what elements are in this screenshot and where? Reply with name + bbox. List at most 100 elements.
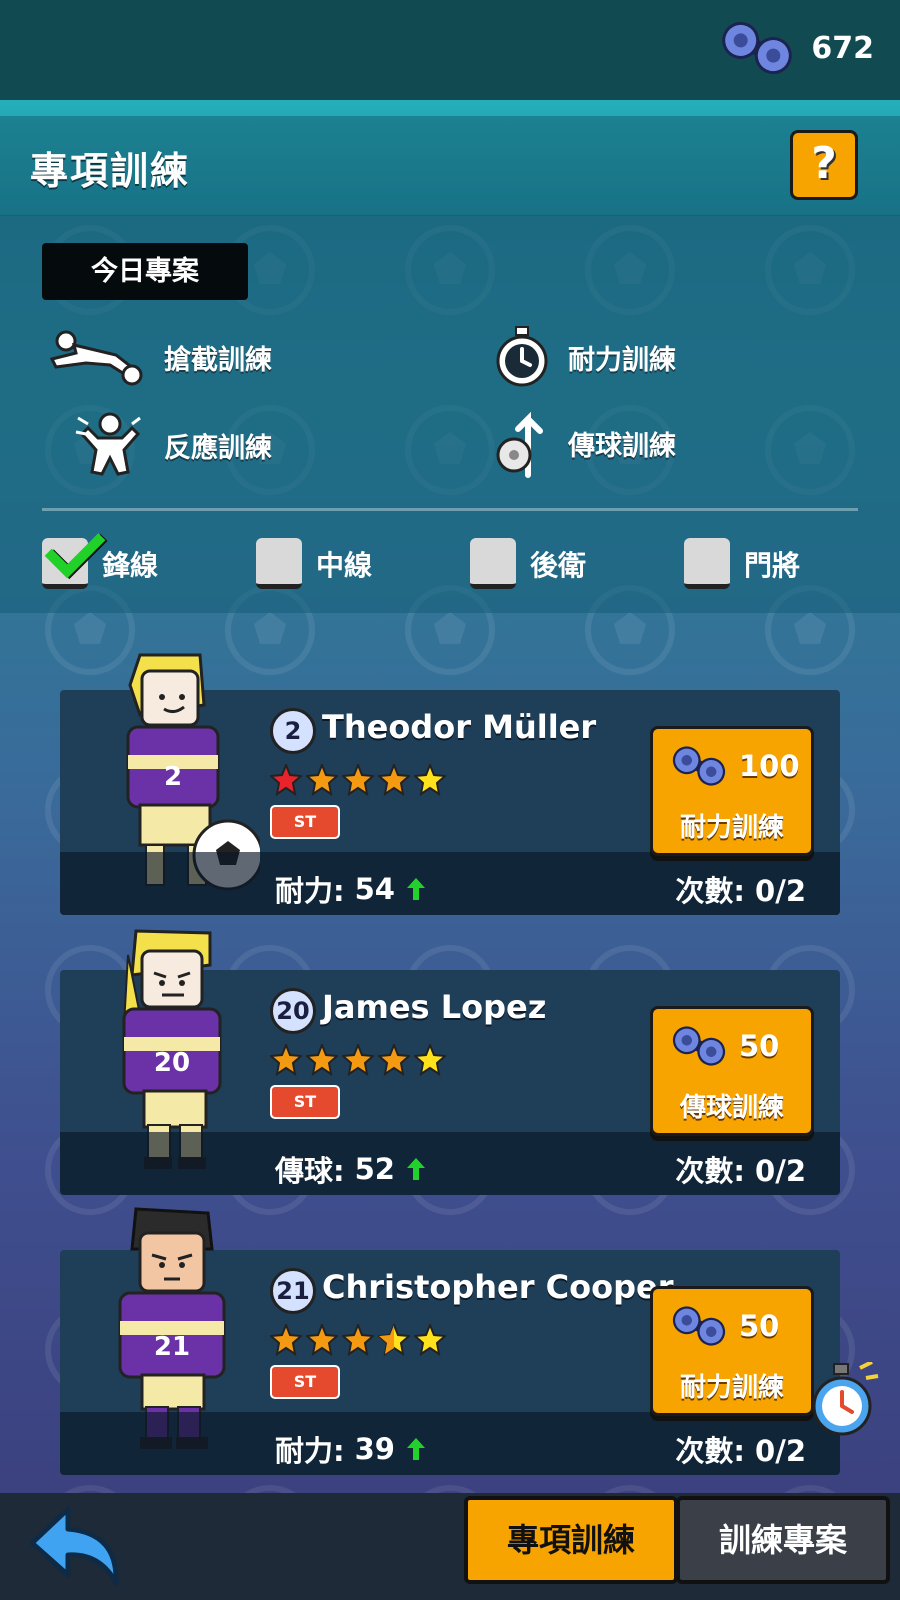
currency-display: 672 [717, 18, 874, 78]
project-label: 耐力訓練 [568, 344, 676, 376]
train-button-label: 傳球訓練 [679, 1093, 784, 1123]
svg-text:21: 21 [154, 1332, 190, 1362]
player-name: Christopher Cooper [322, 1268, 674, 1306]
arrow-up-icon [406, 878, 425, 900]
tab-training-projects[interactable]: 訓練專案 [676, 1496, 890, 1584]
player-name: James Lopez [322, 988, 547, 1026]
page-title: 專項訓練 [30, 149, 191, 193]
project-label: 反應訓練 [164, 432, 272, 464]
position-badge: ST [270, 805, 340, 839]
count-display: 次數: 0/2 [675, 1148, 806, 1190]
count-value: 0/2 [755, 874, 806, 908]
player-name: Theodor Müller [322, 708, 597, 746]
count-value: 0/2 [755, 1434, 806, 1468]
checkbox[interactable] [470, 538, 516, 589]
train-button[interactable]: 50 耐力訓練 [650, 1286, 814, 1416]
stat-display: 傳球: 52 [275, 1148, 427, 1190]
dumbbell-icon [672, 1026, 726, 1066]
player-card: 20 20 James Lopez ST 傳球: 52 次數: 0/2 50 傳… [60, 929, 840, 1195]
help-button[interactable]: ? [790, 130, 858, 200]
filter-defender[interactable]: 後衛 [470, 538, 586, 589]
stat-value: 54 [354, 872, 395, 906]
count-label: 次數: [675, 1434, 745, 1468]
count-display: 次數: 0/2 [675, 868, 806, 910]
star-rating [270, 1324, 446, 1356]
star-icon [414, 1324, 446, 1356]
star-icon [270, 764, 302, 796]
project-stamina: 耐力訓練 [494, 325, 676, 389]
checkbox[interactable] [684, 538, 730, 589]
star-icon [270, 1324, 302, 1356]
stat-label: 耐力: [275, 874, 345, 908]
currency-value: 672 [811, 30, 874, 66]
train-button-label: 耐力訓練 [679, 1373, 784, 1403]
cost-display: 100 [669, 743, 800, 789]
stat-display: 耐力: 39 [275, 1428, 427, 1470]
count-label: 次數: [675, 874, 745, 908]
filter-forward[interactable]: 鋒線 [42, 538, 158, 589]
star-icon [270, 1044, 302, 1076]
tab-special-training[interactable]: 專項訓練 [464, 1496, 678, 1584]
project-label: 傳球訓練 [568, 430, 676, 462]
train-button-label: 耐力訓練 [679, 813, 784, 843]
star-icon [378, 764, 410, 796]
stat-value: 39 [354, 1432, 395, 1466]
project-tackle: 搶截訓練 [46, 325, 272, 389]
star-icon [378, 1324, 410, 1356]
stat-label: 傳球: [275, 1154, 345, 1188]
position-badge: ST [270, 1085, 340, 1119]
dumbbell-icon [672, 1306, 726, 1346]
player-card: 21 21 Christopher Cooper ST 耐力: 39 次數: 0… [60, 1207, 840, 1475]
reaction-icon [75, 412, 141, 476]
player-number: 20 [270, 988, 316, 1034]
stopwatch-icon[interactable] [810, 1362, 880, 1438]
filter-goalkeeper[interactable]: 門將 [684, 538, 800, 589]
star-icon [414, 764, 446, 796]
star-icon [378, 1044, 410, 1076]
svg-text:20: 20 [154, 1048, 190, 1078]
cost-display: 50 [669, 1023, 779, 1069]
player-number: 21 [270, 1268, 316, 1314]
star-icon [306, 1324, 338, 1356]
project-label: 搶截訓練 [164, 344, 272, 376]
star-icon [306, 1044, 338, 1076]
tackle-icon [49, 330, 143, 386]
project-passing: 傳球訓練 [494, 405, 676, 481]
stat-label: 耐力: [275, 1434, 345, 1468]
project-reaction: 反應訓練 [74, 410, 272, 480]
cost-value: 50 [739, 1309, 780, 1343]
arrow-up-icon [406, 1438, 425, 1460]
svg-text:2: 2 [164, 762, 182, 792]
star-icon [342, 1324, 374, 1356]
stat-display: 耐力: 54 [275, 868, 427, 910]
position-badge: ST [270, 1365, 340, 1399]
arrow-up-icon [406, 1158, 425, 1180]
train-button[interactable]: 100 耐力訓練 [650, 726, 814, 856]
player-card: 2 2 Theodor Müller ST 耐力: 54 次數: 0/2 100… [60, 653, 840, 915]
filter-label: 後衛 [530, 548, 587, 582]
cost-display: 50 [669, 1303, 779, 1349]
cost-value: 50 [739, 1029, 780, 1063]
stat-value: 52 [354, 1152, 395, 1186]
cost-value: 100 [739, 749, 800, 783]
player-number: 2 [270, 708, 316, 754]
filter-label: 門將 [744, 548, 801, 582]
today-projects-label: 今日專案 [42, 243, 248, 300]
divider [42, 508, 858, 511]
count-value: 0/2 [755, 1154, 806, 1188]
back-arrow-icon[interactable] [28, 1503, 128, 1589]
star-icon [306, 764, 338, 796]
star-rating [270, 1044, 446, 1076]
train-button[interactable]: 50 傳球訓練 [650, 1006, 814, 1136]
pass-icon [496, 411, 543, 478]
checkbox-checked[interactable] [42, 538, 88, 589]
star-icon [342, 1044, 374, 1076]
star-rating [270, 764, 446, 796]
filter-label: 中線 [316, 548, 373, 582]
checkbox[interactable] [256, 538, 302, 589]
stopwatch-icon [496, 326, 548, 387]
dumbbell-icon [722, 21, 793, 75]
filter-midfield[interactable]: 中線 [256, 538, 372, 589]
star-icon [414, 1044, 446, 1076]
filter-label: 鋒線 [102, 548, 159, 582]
